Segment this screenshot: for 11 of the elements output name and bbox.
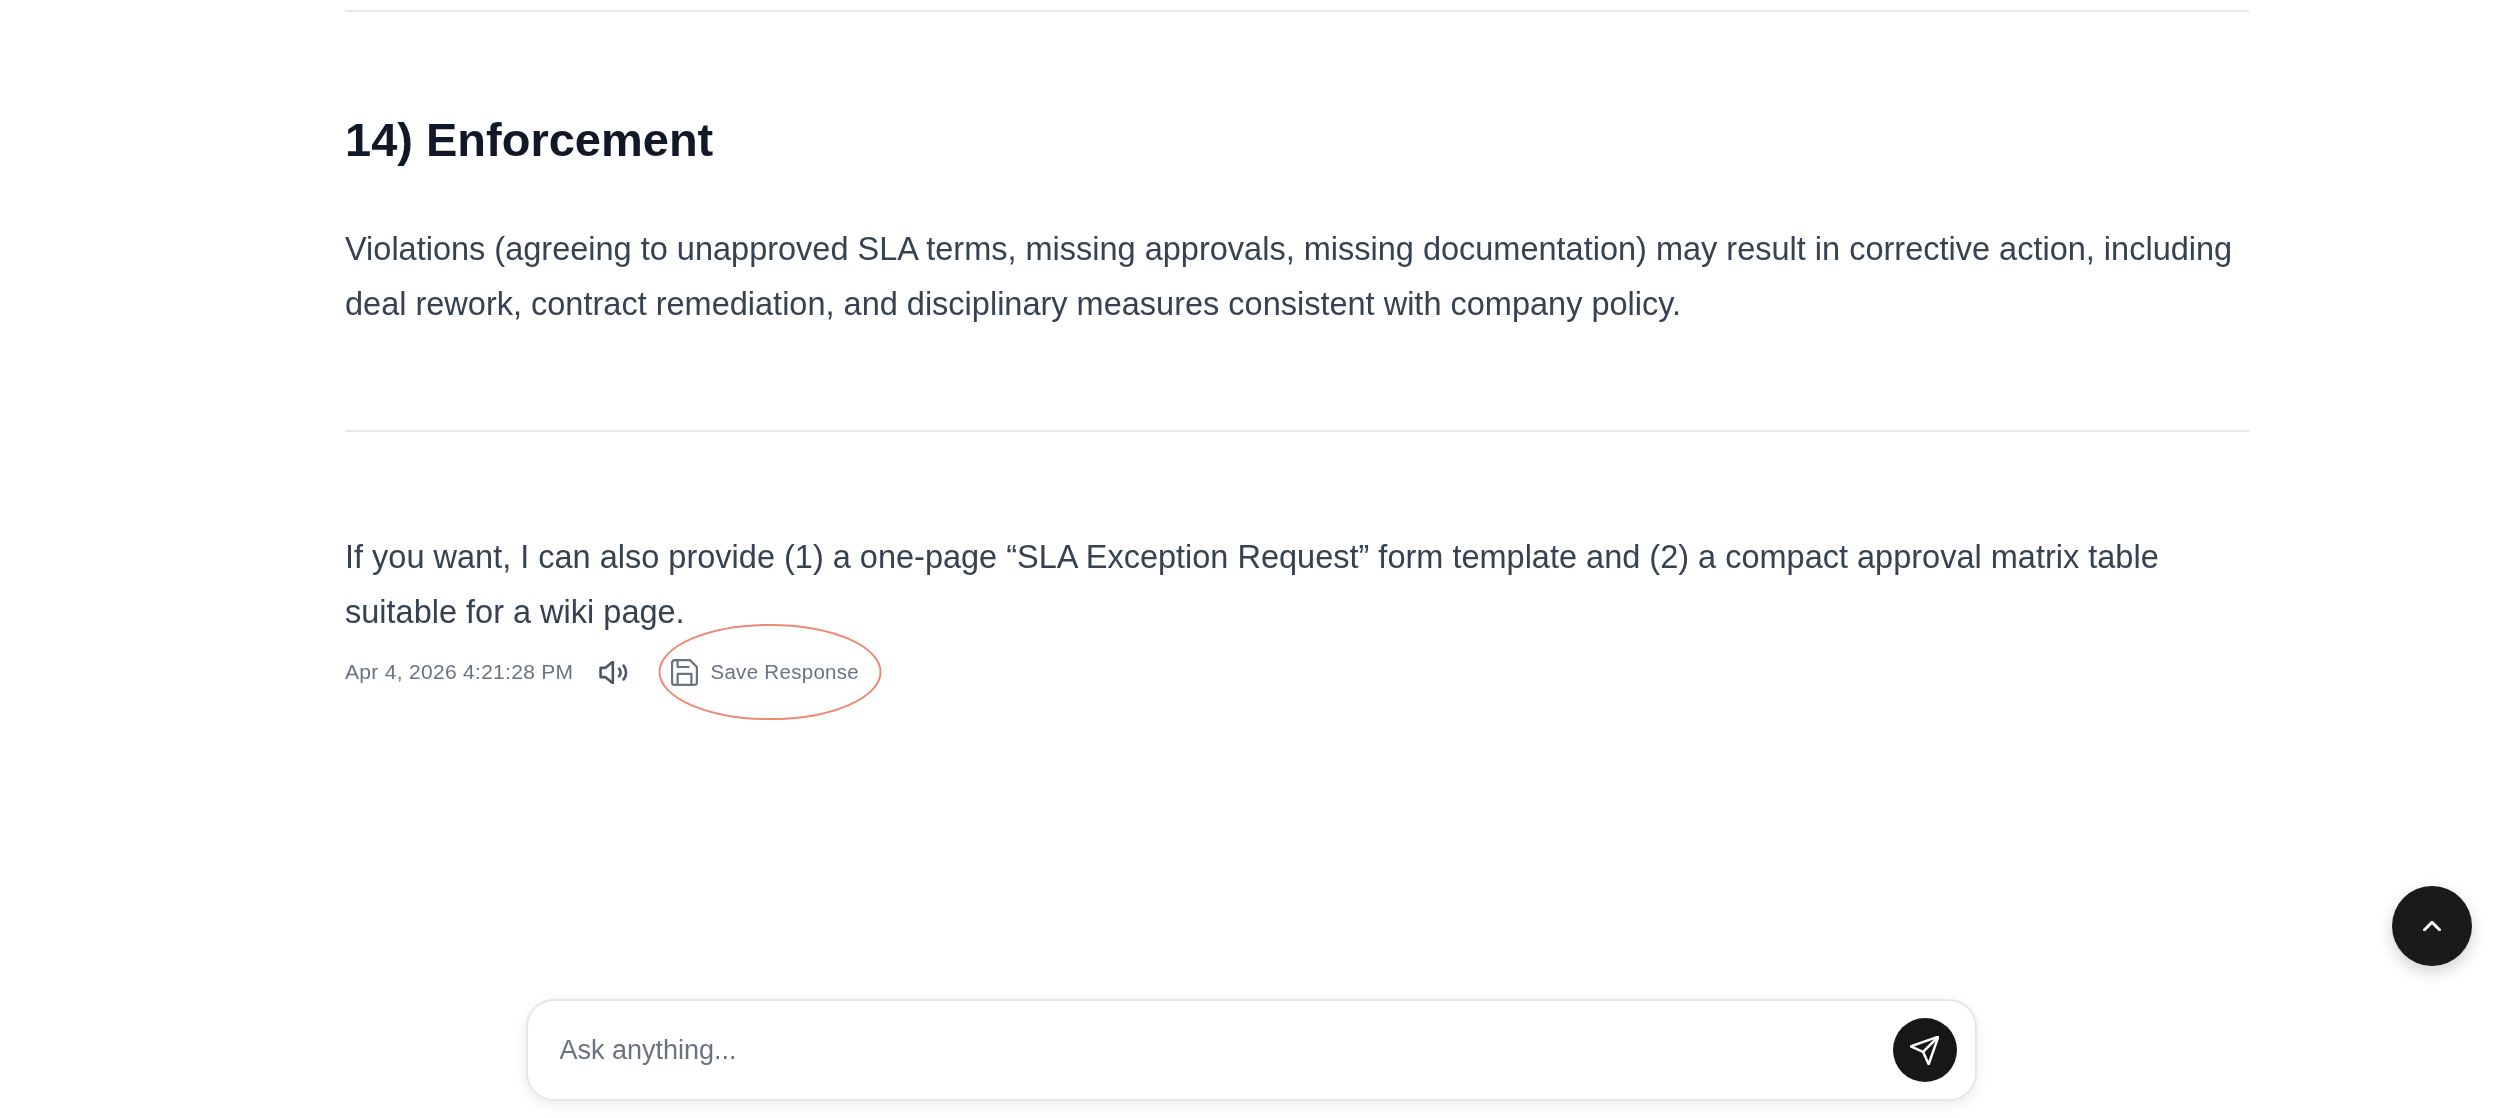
message-timestamp: Apr 4, 2026 4:21:28 PM xyxy=(345,660,574,684)
save-response-button[interactable]: Save Response xyxy=(665,654,866,690)
scroll-to-top-button[interactable] xyxy=(2392,886,2472,966)
section-heading: 14) Enforcement xyxy=(345,112,715,168)
speaker-icon xyxy=(599,660,630,684)
chat-input-box[interactable]: Ask anything... xyxy=(525,999,1977,1101)
body-paragraph: Violations (agreeing to unapproved SLA terms, missing approvals, missing documentation) may result in corrective action, including deal rework, contract remediation, and disciplinary measures consistent with company policy. xyxy=(345,230,2234,324)
send-icon xyxy=(1910,1035,1939,1065)
chevron-up-icon xyxy=(2423,921,2441,931)
message-input[interactable]: Ask anything... xyxy=(559,1028,1893,1072)
body-paragraph: If you want, I can also provide (1) a one-page “SLA Exception Request” form template and (2) a compact approval matrix table suitable for a wiki page. xyxy=(345,538,2160,632)
